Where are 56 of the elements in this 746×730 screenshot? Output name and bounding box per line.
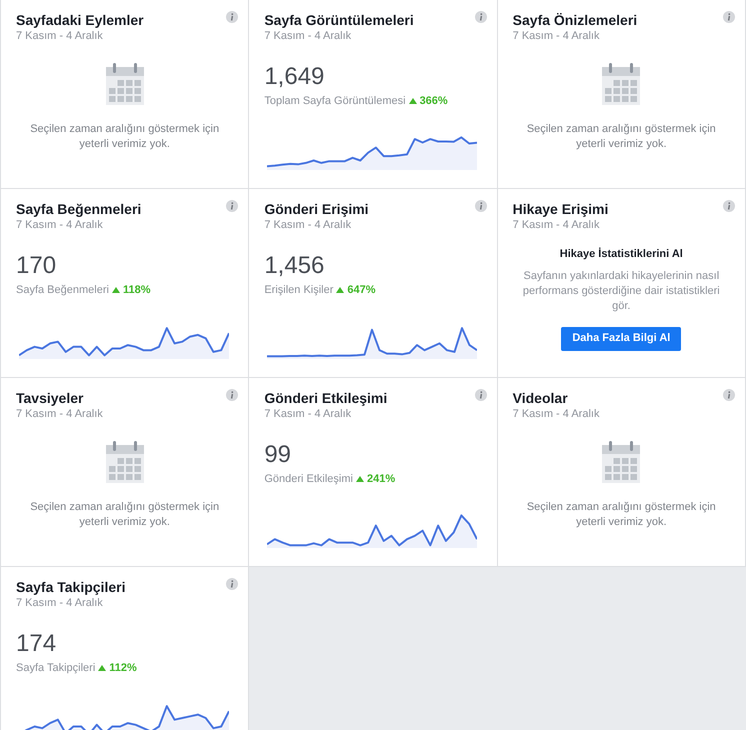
metric-value: 99 — [264, 441, 292, 469]
info-icon[interactable] — [226, 200, 238, 212]
change-percent: 118% — [122, 283, 150, 298]
card-title: Sayfa Önizlemeleri — [512, 11, 638, 29]
no-data-message: Seçilen zaman aralığını göstermek için yeterli verimiz yok. — [526, 122, 717, 152]
card-title: Videolar — [512, 389, 568, 407]
change-percent: 241% — [366, 472, 396, 487]
date-range: 7 Kasım - 4 Aralık — [512, 218, 600, 232]
no-data-message: Seçilen zaman aralığını göstermek için yeterli verimiz yok. — [526, 500, 717, 530]
info-icon[interactable] — [722, 11, 735, 23]
calendar-icon — [602, 441, 640, 483]
card-title: Sayfa Görüntülemeleri — [264, 11, 414, 29]
metric-label: Sayfa Beğenmeleri — [16, 283, 109, 298]
metric-value: 170 — [16, 252, 58, 280]
info-icon[interactable] — [722, 200, 735, 212]
card-title: Sayfa Takipçileri — [16, 578, 126, 596]
date-range: 7 Kasım - 4 Aralık — [16, 29, 103, 43]
date-range: 7 Kasım - 4 Aralık — [16, 218, 103, 232]
promo-heading: Hikaye İstatistiklerini Al — [560, 246, 683, 262]
change-percent: 366% — [420, 94, 448, 109]
card-title: Gönderi Erişimi — [264, 200, 369, 218]
change-percent: 112% — [109, 661, 137, 676]
card-title: Tavsiyeler — [16, 389, 84, 407]
metric-label: Sayfa Takipçileri — [16, 661, 96, 676]
date-range: 7 Kasım - 4 Aralık — [512, 407, 600, 421]
date-range: 7 Kasım - 4 Aralık — [264, 29, 352, 43]
date-range: 7 Kasım - 4 Aralık — [512, 29, 600, 43]
date-range: 7 Kasım - 4 Aralık — [264, 218, 352, 232]
info-icon[interactable] — [474, 200, 487, 212]
metric-label: Erişilen Kişiler — [264, 283, 334, 298]
info-icon[interactable] — [226, 578, 238, 590]
info-icon[interactable] — [226, 11, 238, 23]
calendar-icon — [106, 63, 144, 105]
metric-label: Gönderi Etkileşimi — [264, 472, 353, 487]
learn-more-button[interactable]: Daha Fazla Bilgi Al — [561, 326, 682, 350]
date-range: 7 Kasım - 4 Aralık — [16, 596, 103, 610]
card-title: Sayfa Beğenmeleri — [16, 200, 142, 218]
info-icon[interactable] — [474, 11, 487, 23]
info-icon[interactable] — [722, 389, 735, 401]
promo-message: Sayfanın yakınlardaki hikayelerinin nasıl performans gösterdiğine dair istatistikleri gör. — [522, 268, 721, 314]
date-range: 7 Kasım - 4 Aralık — [16, 407, 103, 421]
metric-label: Toplam Sayfa Görüntülemesi — [264, 94, 406, 109]
metric-value: 1,649 — [264, 63, 326, 91]
no-data-message: Seçilen zaman aralığını göstermek için yeterli verimiz yok. — [29, 122, 220, 152]
card-title: Sayfadaki Eylemler — [16, 11, 144, 29]
card-title: Gönderi Etkileşimi — [264, 389, 388, 407]
change-percent: 647% — [347, 283, 376, 298]
metric-value: 1,456 — [264, 252, 326, 280]
calendar-icon — [106, 441, 144, 483]
date-range: 7 Kasım - 4 Aralık — [264, 407, 352, 421]
no-data-message: Seçilen zaman aralığını göstermek için yeterli verimiz yok. — [29, 500, 220, 530]
metric-value: 174 — [16, 630, 58, 658]
card-title: Hikaye Erişimi — [512, 200, 608, 218]
calendar-icon — [602, 63, 640, 105]
info-icon[interactable] — [474, 389, 487, 401]
info-icon[interactable] — [226, 389, 238, 401]
